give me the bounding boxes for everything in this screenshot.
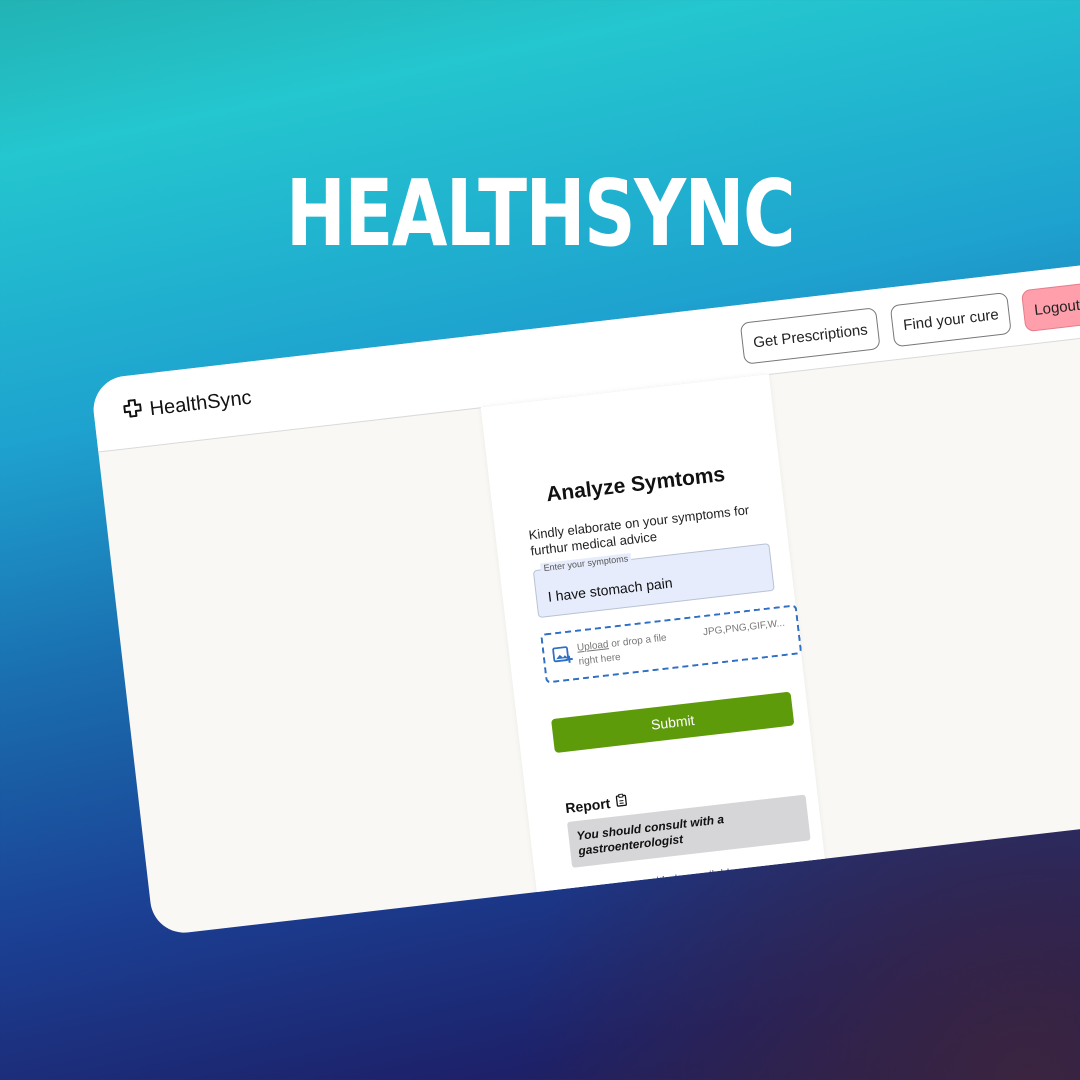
hero-title: HEALTHSYNC xyxy=(285,160,796,267)
image-add-icon xyxy=(552,645,574,669)
report-text: You should consult with a gastroenterolo… xyxy=(575,812,725,858)
submit-button[interactable]: Submit xyxy=(551,691,795,754)
get-prescriptions-button[interactable]: Get Prescriptions xyxy=(739,307,881,365)
report-label: Report xyxy=(564,795,612,817)
find-your-cure-button[interactable]: Find your cure xyxy=(889,292,1012,348)
brand-logo[interactable]: HealthSync xyxy=(123,386,253,425)
logout-label: Logout xyxy=(1033,296,1080,319)
connect-note: with the available gastroenterologist xyxy=(647,867,742,904)
app-window: HealthSync Get Prescriptions Find your c… xyxy=(90,258,1080,937)
file-upload-dropzone[interactable]: Upload or drop a file right here JPG,PNG… xyxy=(540,604,803,684)
upload-link[interactable]: Upload xyxy=(576,639,609,654)
logout-button[interactable]: Logout xyxy=(1020,280,1080,333)
connect-button[interactable]: Connect xyxy=(574,882,647,925)
report-heading: Report xyxy=(564,793,628,816)
clipboard-icon[interactable] xyxy=(609,793,628,811)
brand-name: HealthSync xyxy=(148,386,253,420)
analyze-symptoms-card: Analyze Symtoms Kindly elaborate on your… xyxy=(480,373,829,925)
symptoms-input-value: I have stomach pain xyxy=(547,574,674,605)
upload-file-types: JPG,PNG,GIF,W... xyxy=(702,617,786,639)
nav-buttons: Get Prescriptions Find your cure Logout xyxy=(739,280,1080,365)
medical-cross-icon xyxy=(123,397,152,424)
upload-instructions: Upload or drop a file right here xyxy=(576,630,679,669)
